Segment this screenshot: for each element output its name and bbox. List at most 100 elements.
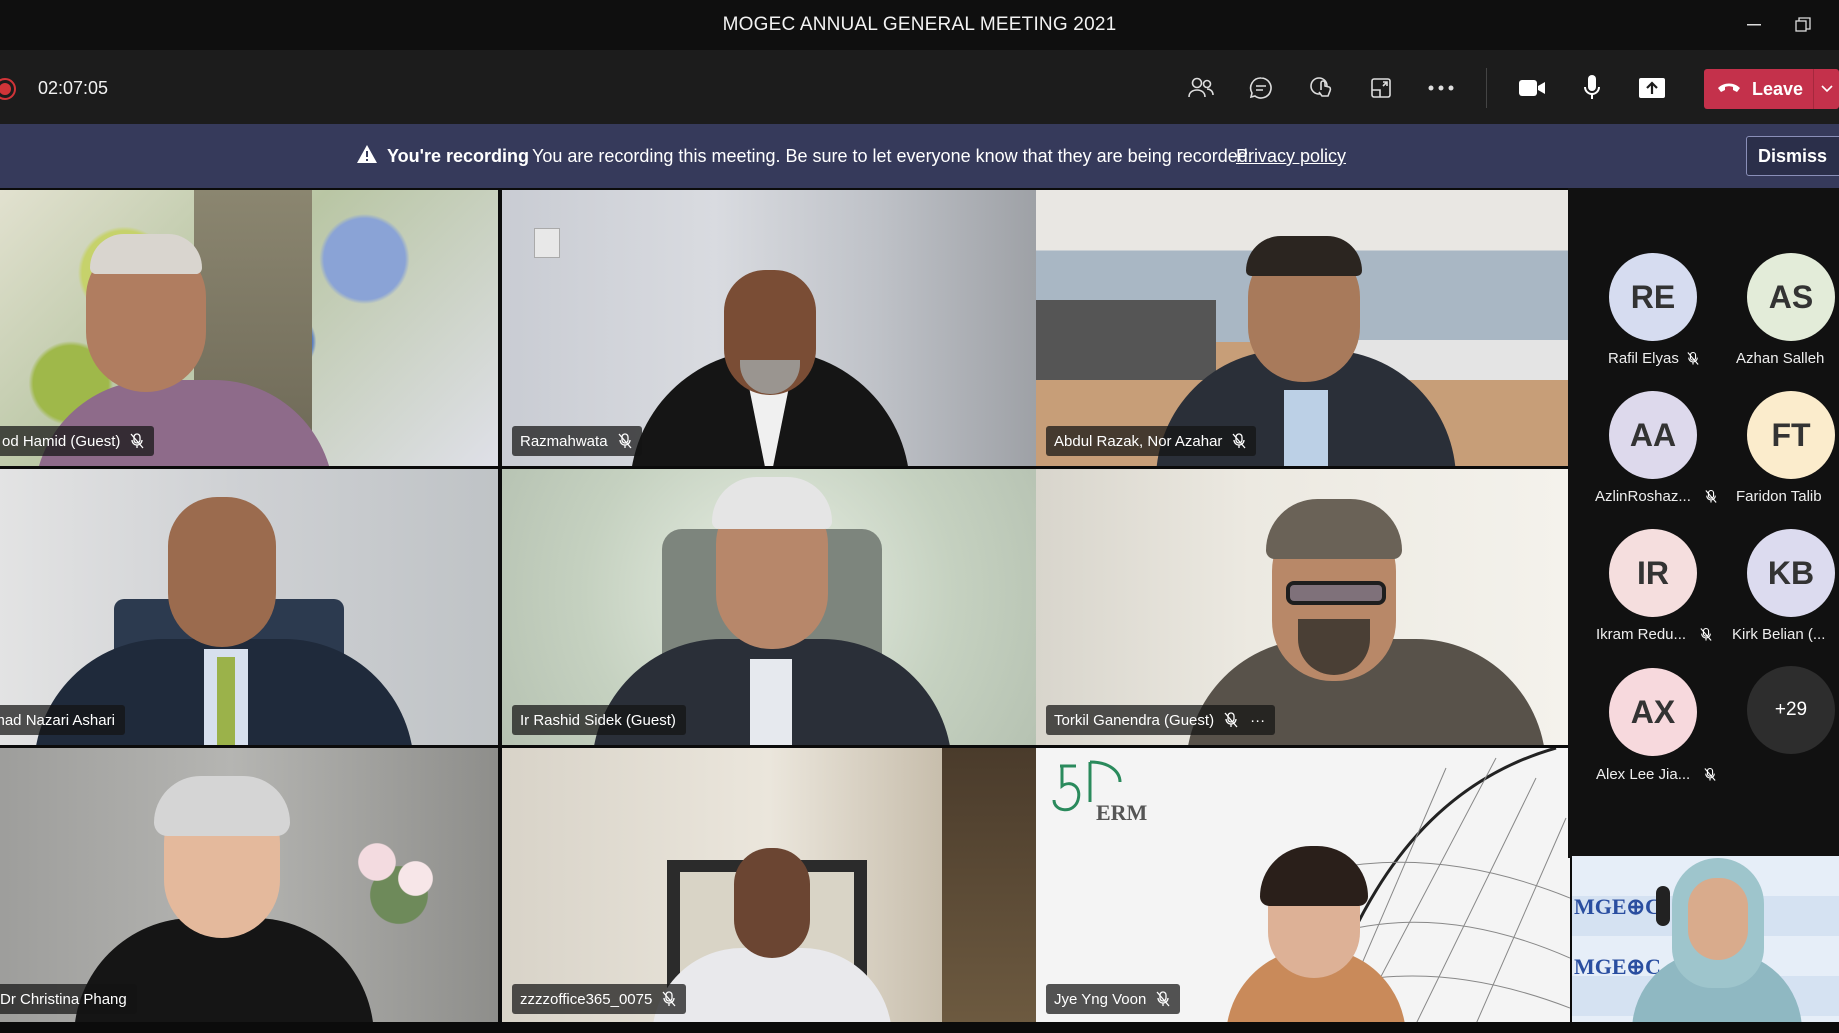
chat-button[interactable]	[1241, 68, 1281, 108]
participant-name-tag: Dr Christina Phang	[0, 984, 137, 1014]
breakout-rooms-button[interactable]	[1361, 68, 1401, 108]
rooms-icon	[1371, 78, 1391, 98]
video-tile[interactable]: Ahmad Nazari Ashari	[0, 469, 498, 745]
video-tile[interactable]: zzzzoffice365_0075	[502, 748, 1036, 1024]
roster-name-text: Kirk Belian (...	[1732, 626, 1826, 643]
avatar[interactable]: AX	[1609, 668, 1697, 756]
mogec-backdrop-text: MGE⊕C	[1574, 954, 1661, 979]
recording-banner: You're recording You are recording this …	[0, 124, 1839, 188]
avatar-initials: AX	[1630, 693, 1676, 730]
participant-name-tag: Torkil Ganendra (Guest) ···	[1046, 705, 1276, 735]
mic-off-icon	[662, 991, 676, 1007]
video-tile[interactable]: Dr Christina Phang	[0, 748, 498, 1024]
participants-button[interactable]	[1181, 68, 1221, 108]
office-counter	[1036, 300, 1216, 380]
mic-off-icon	[1704, 767, 1716, 782]
mic-off-icon	[1232, 433, 1246, 449]
window-frame	[942, 748, 1036, 1024]
roster-name-text: Ikram Redu...	[1596, 626, 1687, 643]
more-actions-button[interactable]	[1421, 68, 1461, 108]
roster-name: Alex Lee Jia...	[1596, 766, 1716, 783]
roster-name-text: Faridon Talib	[1736, 488, 1822, 505]
participant-name: Abdul Razak, Nor Azahar	[1054, 432, 1223, 450]
participant-name-tag: Razmahwata	[512, 426, 642, 456]
avatar[interactable]: FT	[1747, 391, 1835, 479]
avatar[interactable]: IR	[1609, 529, 1697, 617]
recording-message: You are recording this meeting. Be sure …	[532, 146, 1253, 166]
participant-name: Torkil Ganendra (Guest)	[1054, 711, 1215, 729]
avatar-initials: RE	[1630, 278, 1676, 315]
participant-hair	[1246, 236, 1362, 276]
restore-icon[interactable]	[1790, 12, 1816, 38]
roster-name-text: Alex Lee Jia...	[1596, 766, 1691, 783]
video-tile[interactable]: Abdul Razak, Nor Azahar	[1036, 190, 1570, 466]
headset-icon	[1656, 886, 1670, 926]
self-face	[1688, 878, 1748, 960]
mogec-backdrop-text: MGE⊕C	[1574, 894, 1661, 919]
participant-hair	[712, 477, 832, 529]
participant-name-tag: zzzzoffice365_0075	[512, 984, 687, 1014]
title-bar: MOGEC ANNUAL GENERAL MEETING 2021	[0, 0, 1839, 50]
share-icon	[1639, 78, 1665, 98]
avatar[interactable]: KB	[1747, 529, 1835, 617]
avatar[interactable]: AA	[1609, 391, 1697, 479]
leave-label: Leave	[1752, 78, 1804, 99]
bottom-strip	[0, 1022, 1839, 1033]
avatar-initials: AS	[1768, 278, 1814, 315]
video-tile[interactable]: Razmahwata	[502, 190, 1036, 466]
video-tile[interactable]: ERM Jye Yng Voon	[1036, 748, 1570, 1024]
more-icon	[1428, 85, 1454, 91]
meeting-toolbar	[0, 50, 1839, 124]
participant-name: Ir Rashid Sidek (Guest)	[520, 711, 676, 729]
video-grid: od Hamid (Guest) Razmahwata Abdul Razak,…	[0, 190, 1570, 1024]
mic-off-icon	[618, 433, 632, 449]
mic-off-icon	[1705, 489, 1717, 504]
roster-name: Ikram Redu...	[1596, 626, 1712, 643]
roster-name: AzlinRoshaz...	[1595, 488, 1717, 505]
avatar-initials: KB	[1767, 554, 1815, 591]
reactions-button[interactable]	[1301, 68, 1341, 108]
dismiss-button[interactable]: Dismiss	[1746, 136, 1839, 176]
participant-name-tag: Abdul Razak, Nor Azahar	[1046, 426, 1257, 456]
share-screen-button[interactable]	[1632, 68, 1672, 108]
mic-icon	[1584, 75, 1600, 99]
more-options-icon[interactable]: ···	[1250, 712, 1265, 729]
mic-off-icon	[130, 433, 144, 449]
meeting-title: MOGEC ANNUAL GENERAL MEETING 2021	[722, 14, 1117, 35]
participant-name: zzzzoffice365_0075	[520, 990, 653, 1008]
avatar[interactable]: AS	[1747, 253, 1835, 341]
roster-name-text: Rafil Elyas	[1608, 350, 1679, 367]
warning-icon	[356, 144, 378, 169]
participant-name-tag: od Hamid (Guest)	[0, 426, 155, 456]
camera-button[interactable]	[1512, 68, 1552, 108]
participant-name: od Hamid (Guest)	[2, 432, 121, 450]
participant-name-tag: Jye Yng Voon	[1046, 984, 1181, 1014]
microphone-button[interactable]	[1572, 68, 1612, 108]
avatar[interactable]: RE	[1609, 253, 1697, 341]
roster-name: Azhan Salleh	[1736, 350, 1824, 367]
video-tile[interactable]: Ir Rashid Sidek (Guest)	[502, 469, 1036, 745]
more-participants-button[interactable]: +29	[1747, 666, 1835, 754]
reactions-icon	[1310, 77, 1332, 97]
roster-name: Rafil Elyas	[1608, 350, 1699, 367]
leave-button[interactable]: Leave	[1704, 69, 1839, 109]
meeting-timer: 02:07:05	[38, 78, 109, 98]
privacy-policy-link[interactable]: Privacy policy	[1236, 146, 1346, 167]
participant-name: Razmahwata	[520, 432, 608, 450]
participant-tie	[217, 657, 235, 745]
roster-name-text: Azhan Salleh	[1736, 350, 1825, 367]
participant-hair	[90, 234, 202, 274]
video-tile[interactable]: od Hamid (Guest)	[0, 190, 498, 466]
flower-bouquet	[344, 818, 454, 928]
hang-up-icon	[1716, 79, 1742, 102]
chat-icon	[1249, 77, 1272, 99]
video-tile[interactable]: Torkil Ganendra (Guest) ···	[1036, 469, 1570, 745]
participant-glasses	[1286, 581, 1386, 605]
participant-name-tag: Ir Rashid Sidek (Guest)	[512, 705, 686, 735]
minimize-icon[interactable]	[1741, 12, 1767, 38]
participant-hair	[154, 776, 290, 836]
roster-name: Kirk Belian (...	[1732, 626, 1825, 643]
chevron-down-icon[interactable]	[1813, 69, 1839, 109]
participant-name: Dr Christina Phang	[0, 990, 127, 1008]
recording-label: You're recording	[387, 146, 529, 166]
